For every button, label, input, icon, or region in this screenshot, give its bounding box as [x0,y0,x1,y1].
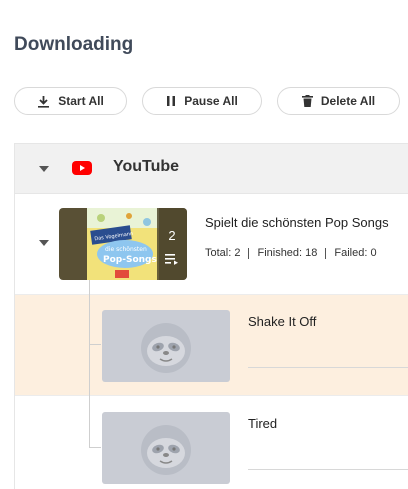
chevron-down-icon[interactable] [39,240,49,246]
placeholder-thumbnail [102,412,230,484]
youtube-icon [72,161,92,180]
stat-separator [325,247,327,259]
item-progress-line [248,367,408,368]
playlist-title: Spielt die schönsten Pop Songs [205,215,389,230]
start-all-button[interactable]: Start All [14,87,127,115]
item-title: Shake It Off [248,314,317,329]
stat-separator [248,247,250,259]
playlist-icon [165,252,179,270]
playlist-stats: Total: 2 Finished: 18 Failed: 0 [205,247,377,259]
tree-connector [89,280,90,448]
group-title: YouTube [113,158,180,175]
album-cover-image: Das Vogelmann die schönsten Pop-Songs [87,208,159,280]
list-item[interactable]: Tired [15,395,408,489]
pause-icon [166,95,176,107]
playlist-count: 2 [168,228,176,243]
trash-icon [301,95,313,107]
list-item[interactable]: Shake It Off [15,294,408,395]
chevron-down-icon[interactable] [39,166,49,172]
pause-all-button[interactable]: Pause All [142,87,262,115]
cover-text-line3: Pop-Songs [103,255,157,265]
playlist-row[interactable]: Das Vogelmann die schönsten Pop-Songs 2 … [15,194,408,294]
tree-connector [89,344,101,345]
group-header-youtube[interactable]: YouTube [15,144,408,194]
delete-all-button[interactable]: Delete All [277,87,400,115]
toolbar: Start All Pause All Delete All [0,87,408,117]
sloth-icon [141,323,191,373]
stat-finished: Finished: 18 [257,247,318,259]
placeholder-thumbnail [102,310,230,382]
tree-connector [89,447,101,448]
start-all-label: Start All [58,94,104,108]
item-progress-line [248,469,408,470]
item-title: Tired [248,416,278,431]
pause-all-label: Pause All [184,94,238,108]
delete-all-label: Delete All [320,94,376,108]
cover-text-line2: die schönsten [105,246,147,253]
stat-total: Total: 2 [205,247,241,259]
download-icon [37,95,50,108]
stat-failed: Failed: 0 [334,247,377,259]
playlist-count-overlay: 2 [157,208,187,280]
sloth-icon [141,425,191,475]
page-title: Downloading [14,34,134,55]
playlist-thumbnail: Das Vogelmann die schönsten Pop-Songs 2 [59,208,187,280]
download-list: YouTube Das Vogelmann die schönsten Pop-… [14,143,408,489]
